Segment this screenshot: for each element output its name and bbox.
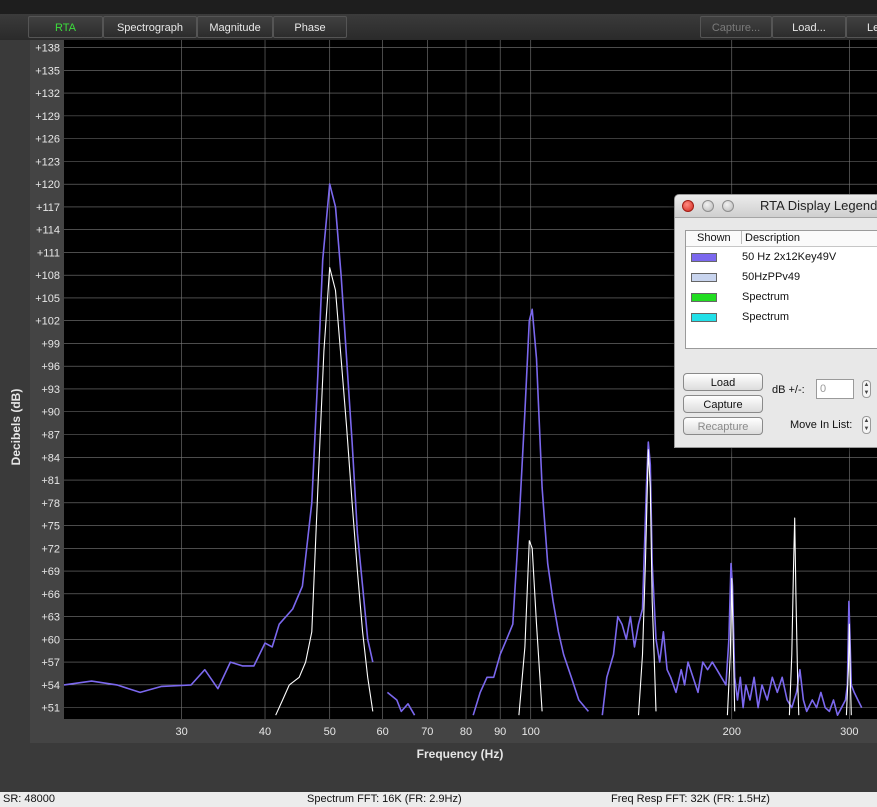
x-tick-label: 60 (376, 726, 388, 738)
view-toolbar: RTA Spectrograph Magnitude Phase Capture… (0, 14, 877, 40)
y-axis-title: Decibels (dB) (9, 388, 23, 466)
legend-color-swatch[interactable] (691, 313, 717, 322)
legend-row[interactable]: 50 Hz 2x12Key49V (686, 249, 877, 269)
legend-description: 50HzPPv49 (742, 271, 801, 283)
window-top-strip (0, 0, 877, 15)
legend-window-title: RTA Display Legend (760, 198, 877, 213)
x-tick-label: 80 (460, 726, 472, 738)
y-tick-label: +87 (41, 430, 60, 442)
load-toolbar-button[interactable]: Load... (772, 16, 846, 38)
y-tick-label: +60 (41, 634, 60, 646)
y-tick-label: +57 (41, 657, 60, 669)
y-tick-label: +114 (36, 225, 60, 237)
tab-rta[interactable]: RTA (28, 16, 103, 38)
x-axis-title: Frequency (Hz) (416, 747, 504, 761)
capture-toolbar-button[interactable]: Capture... (700, 16, 772, 38)
y-tick-label: +111 (37, 247, 60, 259)
x-tick-label: 40 (259, 726, 271, 738)
x-tick-label: 50 (324, 726, 336, 738)
status-freq-resp-fft: Freq Resp FFT: 32K (FR: 1.5Hz) (611, 793, 770, 805)
y-tick-label: +138 (35, 43, 60, 55)
x-tick-label: 30 (175, 726, 187, 738)
legend-row[interactable]: 50HzPPv49 (686, 269, 877, 289)
y-tick-label: +75 (41, 521, 60, 533)
y-tick-label: +132 (35, 88, 60, 100)
legend-capture-button[interactable]: Capture (683, 395, 763, 413)
legend-table-header: Shown Description (686, 231, 877, 247)
db-offset-label: dB +/-: (772, 384, 805, 396)
y-tick-label: +84 (41, 452, 60, 464)
y-tick-label: +96 (41, 361, 60, 373)
legend-description: Spectrum (742, 311, 790, 323)
legend-description: 50 Hz 2x12Key49V (742, 251, 837, 263)
legend-color-swatch[interactable] (691, 273, 717, 282)
legend-row[interactable]: Spectrum (686, 309, 877, 329)
column-header-description[interactable]: Description (745, 232, 800, 244)
legend-load-button[interactable]: Load (683, 373, 763, 391)
legend-row[interactable]: Spectrum (686, 289, 877, 309)
y-tick-label: +105 (35, 293, 60, 305)
status-spectrum-fft: Spectrum FFT: 16K (FR: 2.9Hz) (307, 793, 462, 805)
x-tick-label: 200 (723, 726, 741, 738)
y-tick-label: +63 (41, 612, 60, 624)
move-in-list-stepper[interactable]: ▲ ▼ (862, 416, 871, 434)
y-tick-label: +129 (35, 111, 60, 123)
minimize-window-icon[interactable] (702, 200, 714, 212)
legend-table: Shown Description 50 Hz 2x12Key49V 50HzP… (685, 230, 877, 349)
y-tick-label: +90 (41, 407, 60, 419)
y-tick-label: +78 (41, 498, 60, 510)
db-offset-stepper[interactable]: ▲ ▼ (862, 380, 871, 398)
x-tick-label: 300 (840, 726, 858, 738)
y-tick-label: +102 (35, 316, 60, 328)
close-window-icon[interactable] (682, 200, 694, 212)
y-tick-label: +81 (41, 475, 60, 487)
move-in-list-label: Move In List: (790, 419, 853, 431)
column-header-shown[interactable]: Shown (697, 232, 731, 244)
y-tick-label: +126 (35, 134, 60, 146)
y-tick-label: +123 (35, 156, 60, 168)
y-tick-label: +108 (35, 270, 60, 282)
y-tick-label: +54 (41, 680, 60, 692)
x-tick-label: 70 (421, 726, 433, 738)
legend-color-swatch[interactable] (691, 253, 717, 262)
status-bar: SR: 48000 Spectrum FFT: 16K (FR: 2.9Hz) … (0, 792, 877, 807)
y-tick-label: +51 (41, 703, 60, 715)
legend-description: Spectrum (742, 291, 790, 303)
tab-phase[interactable]: Phase (273, 16, 347, 38)
y-tick-label: +99 (41, 338, 60, 350)
y-tick-label: +135 (35, 65, 60, 77)
legend-window: RTA Display Legend Shown Description 50 … (674, 194, 877, 448)
tab-magnitude[interactable]: Magnitude (197, 16, 273, 38)
y-tick-label: +120 (35, 179, 60, 191)
y-tick-label: +69 (41, 566, 60, 578)
y-tick-label: +72 (41, 543, 60, 555)
y-tick-label: +117 (36, 202, 60, 214)
status-sample-rate: SR: 48000 (3, 793, 55, 805)
legend-toolbar-button[interactable]: Le (846, 16, 877, 38)
legend-recapture-button[interactable]: Recapture (683, 417, 763, 435)
y-tick-label: +93 (41, 384, 60, 396)
db-offset-input[interactable]: 0 (816, 379, 854, 399)
y-tick-label: +66 (41, 589, 60, 601)
x-tick-label: 90 (494, 726, 506, 738)
zoom-window-icon[interactable] (722, 200, 734, 212)
legend-color-swatch[interactable] (691, 293, 717, 302)
tab-spectrograph[interactable]: Spectrograph (103, 16, 197, 38)
legend-titlebar[interactable]: RTA Display Legend (675, 195, 877, 218)
x-tick-label: 100 (522, 726, 540, 738)
